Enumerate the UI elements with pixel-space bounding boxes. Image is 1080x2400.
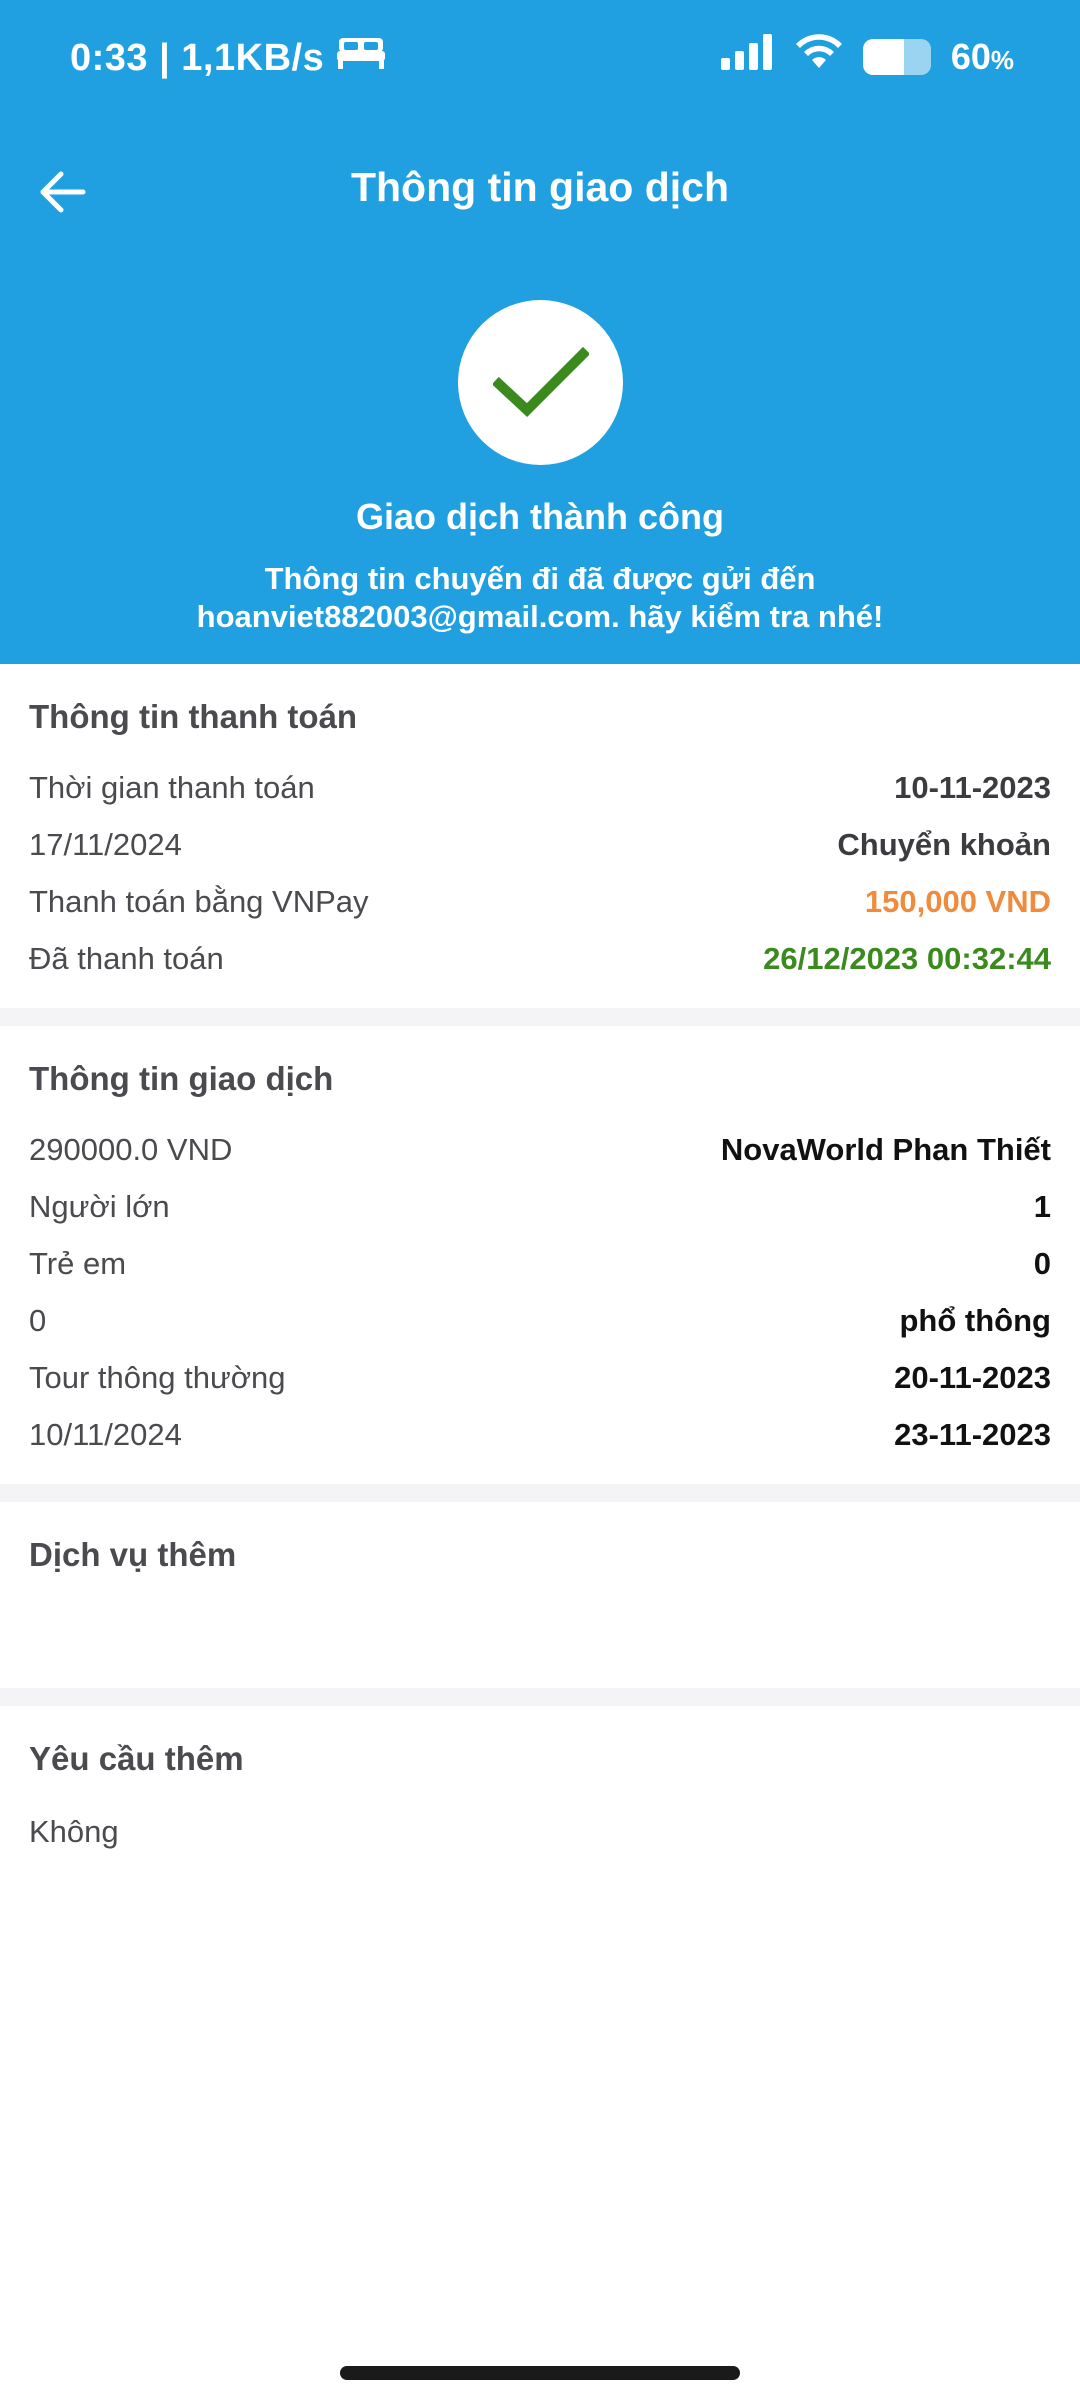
success-message: Thông tin chuyến đi đã được gửi đến hoan… bbox=[0, 560, 1080, 636]
header: 0:33 | 1,1KB/s 60% Thông tin giao dịch G… bbox=[0, 0, 1080, 664]
battery-fill bbox=[862, 38, 904, 75]
home-indicator[interactable] bbox=[340, 2366, 740, 2380]
row-value: Chuyển khoản bbox=[837, 827, 1051, 862]
payment-row-time: Thời gian thanh toán 10-11-2023 bbox=[29, 766, 1051, 810]
battery-percent: 60% bbox=[950, 35, 1014, 77]
page-title: Thông tin giao dịch bbox=[350, 164, 730, 210]
transaction-row: 10/11/2024 23-11-2023 bbox=[29, 1413, 1051, 1457]
extra-requests-value: Không bbox=[29, 1814, 119, 1849]
transaction-row: Trẻ em 0 bbox=[29, 1242, 1051, 1286]
row-label: Thời gian thanh toán bbox=[29, 770, 315, 805]
row-label: 290000.0 VND bbox=[29, 1132, 233, 1167]
payment-row-amount: Thanh toán bằng VNPay 150,000 VND bbox=[29, 880, 1051, 924]
bed-icon bbox=[336, 36, 386, 80]
row-label: Tour thông thường bbox=[29, 1360, 286, 1395]
extra-requests-section: Yêu cầu thêm Không bbox=[0, 1706, 1080, 1906]
status-left: 0:33 | 1,1KB/s bbox=[70, 36, 386, 80]
transaction-section-title: Thông tin giao dịch bbox=[29, 1060, 334, 1097]
signal-icon bbox=[720, 34, 775, 79]
transaction-row: 290000.0 VND NovaWorld Phan Thiết bbox=[29, 1128, 1051, 1172]
payment-section-title: Thông tin thanh toán bbox=[29, 698, 358, 735]
row-value: 23-11-2023 bbox=[894, 1417, 1051, 1452]
status-right: 60% bbox=[720, 34, 1014, 79]
payment-row-method: 17/11/2024 Chuyển khoản bbox=[29, 823, 1051, 867]
success-title: Giao dịch thành công bbox=[356, 496, 724, 537]
success-badge bbox=[458, 300, 623, 465]
row-value: 1 bbox=[1033, 1189, 1051, 1224]
extra-services-section: Dịch vụ thêm bbox=[0, 1502, 1080, 1688]
row-label: 17/11/2024 bbox=[29, 827, 182, 862]
row-value: NovaWorld Phan Thiết bbox=[720, 1132, 1051, 1167]
battery-icon bbox=[862, 38, 931, 75]
transaction-row: 0 phổ thông bbox=[29, 1299, 1051, 1343]
row-label: Trẻ em bbox=[29, 1246, 127, 1281]
row-label: 10/11/2024 bbox=[29, 1417, 182, 1452]
payment-section: Thông tin thanh toán Thời gian thanh toá… bbox=[0, 664, 1080, 1008]
extra-requests-row: Không bbox=[29, 1810, 1051, 1854]
row-value: phổ thông bbox=[899, 1303, 1052, 1338]
status-bar: 0:33 | 1,1KB/s 60% bbox=[0, 0, 1080, 120]
transaction-row: Tour thông thường 20-11-2023 bbox=[29, 1356, 1051, 1400]
row-label: Đã thanh toán bbox=[29, 941, 224, 976]
paid-time-value: 26/12/2023 00:32:44 bbox=[763, 941, 1051, 976]
extra-requests-title: Yêu cầu thêm bbox=[29, 1740, 244, 1777]
section-divider bbox=[0, 1688, 1080, 1706]
amount-value: 150,000 VND bbox=[864, 884, 1051, 919]
success-message-line2: hoanviet882003@gmail.com. hãy kiểm tra n… bbox=[196, 599, 884, 634]
row-label: 0 bbox=[29, 1303, 47, 1338]
transaction-row: Người lớn 1 bbox=[29, 1185, 1051, 1229]
row-label: Người lớn bbox=[29, 1189, 170, 1224]
row-value: 10-11-2023 bbox=[894, 770, 1051, 805]
row-label: Thanh toán bằng VNPay bbox=[29, 884, 369, 919]
payment-row-paid: Đã thanh toán 26/12/2023 00:32:44 bbox=[29, 937, 1051, 981]
section-divider bbox=[0, 1008, 1080, 1026]
success-message-line1: Thông tin chuyến đi đã được gửi đến bbox=[264, 561, 816, 596]
row-value: 20-11-2023 bbox=[894, 1360, 1051, 1395]
section-divider bbox=[0, 1484, 1080, 1502]
transaction-section: Thông tin giao dịch 290000.0 VND NovaWor… bbox=[0, 1026, 1080, 1484]
row-value: 0 bbox=[1033, 1246, 1051, 1281]
status-time-speed: 0:33 | 1,1KB/s bbox=[70, 36, 325, 79]
wifi-icon bbox=[795, 34, 843, 79]
extra-services-title: Dịch vụ thêm bbox=[29, 1536, 237, 1573]
checkmark-icon bbox=[492, 346, 589, 417]
